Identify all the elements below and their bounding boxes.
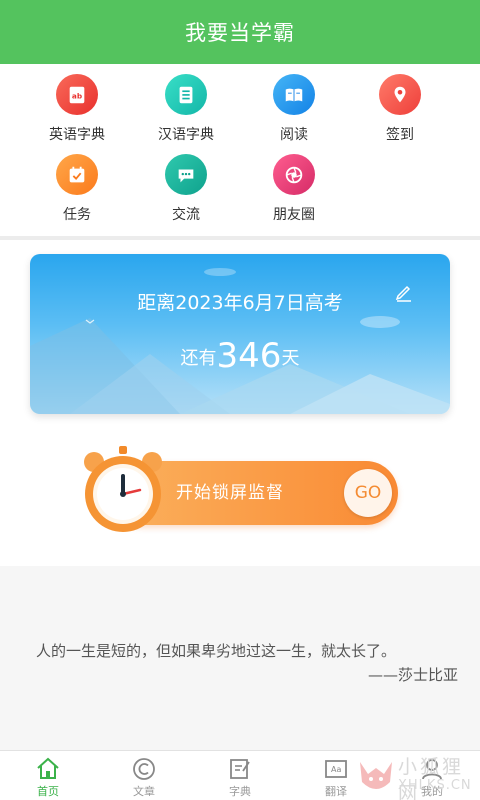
countdown-number: 346	[216, 336, 282, 376]
chinese-dictionary-icon	[165, 74, 207, 115]
feature-label: 英语字典	[49, 127, 105, 143]
alarm-clock-icon[interactable]	[80, 444, 166, 534]
section-divider	[0, 236, 480, 240]
location-pin-icon	[379, 74, 421, 115]
tab-articles[interactable]: 文章	[96, 751, 192, 800]
page-title: 我要当学霸	[185, 21, 295, 45]
feature-chinese-dictionary[interactable]: 汉语字典	[136, 74, 236, 144]
svg-text:Aa: Aa	[331, 765, 341, 774]
tab-dictionary[interactable]: 字典	[192, 751, 288, 800]
watermark-domain: XHLKS.CN	[398, 778, 472, 793]
feature-grid: ab 英语字典 汉语字典 阅读 签到 任务 交流 朋友圈	[0, 64, 480, 236]
chat-bubble-icon	[165, 154, 207, 195]
tab-label: 文章	[133, 785, 155, 798]
feature-label: 汉语字典	[158, 127, 214, 143]
feature-reading[interactable]: 阅读	[244, 74, 344, 144]
go-button[interactable]: GO	[344, 469, 392, 517]
feature-moments[interactable]: 朋友圈	[244, 154, 344, 224]
feature-label: 朋友圈	[273, 207, 315, 223]
feature-tasks[interactable]: 任务	[27, 154, 127, 224]
fox-logo-icon	[360, 762, 392, 789]
feature-english-dictionary[interactable]: ab 英语字典	[27, 74, 127, 144]
copyright-icon	[133, 758, 155, 780]
feature-label: 交流	[172, 207, 200, 223]
feature-label: 签到	[386, 127, 414, 143]
calendar-check-icon	[56, 154, 98, 195]
shutter-icon	[273, 154, 315, 195]
tab-home[interactable]: 首页	[0, 751, 96, 800]
english-dictionary-icon: ab	[56, 74, 98, 115]
quote-text: 人的一生是短的，但如果卑劣地过这一生，就太长了。	[36, 642, 397, 660]
feature-checkin[interactable]: 签到	[350, 74, 450, 144]
countdown-title: 距离2023年6月7日高考	[137, 292, 343, 314]
countdown-prefix: 还有	[180, 348, 217, 369]
countdown-days: 还有346天	[30, 336, 450, 376]
home-icon	[37, 757, 59, 779]
feature-label: 任务	[63, 207, 91, 223]
quote-author: ——莎士比亚	[367, 666, 458, 684]
tab-label: 首页	[37, 785, 59, 798]
book-icon	[273, 74, 315, 115]
countdown-suffix: 天	[281, 348, 300, 369]
lock-button-label: 开始锁屏监督	[176, 483, 284, 503]
mountain-background	[30, 268, 450, 414]
tab-label: 翻译	[325, 785, 347, 798]
exam-countdown-card[interactable]: 距离2023年6月7日高考 还有346天	[30, 254, 450, 414]
feature-chat[interactable]: 交流	[136, 154, 236, 224]
dictionary-edit-icon	[230, 759, 250, 779]
quote-section: 人的一生是短的，但如果卑劣地过这一生，就太长了。 ——莎士比亚	[0, 566, 480, 750]
edit-pencil-icon[interactable]	[394, 282, 414, 302]
svg-text:ab: ab	[72, 91, 82, 100]
translate-icon: Aa	[325, 760, 347, 778]
tab-label: 字典	[229, 785, 251, 798]
app-header: 我要当学霸	[0, 0, 480, 64]
feature-label: 阅读	[280, 127, 308, 143]
watermark: 小狐狸网 XHLKS.CN	[356, 752, 478, 800]
